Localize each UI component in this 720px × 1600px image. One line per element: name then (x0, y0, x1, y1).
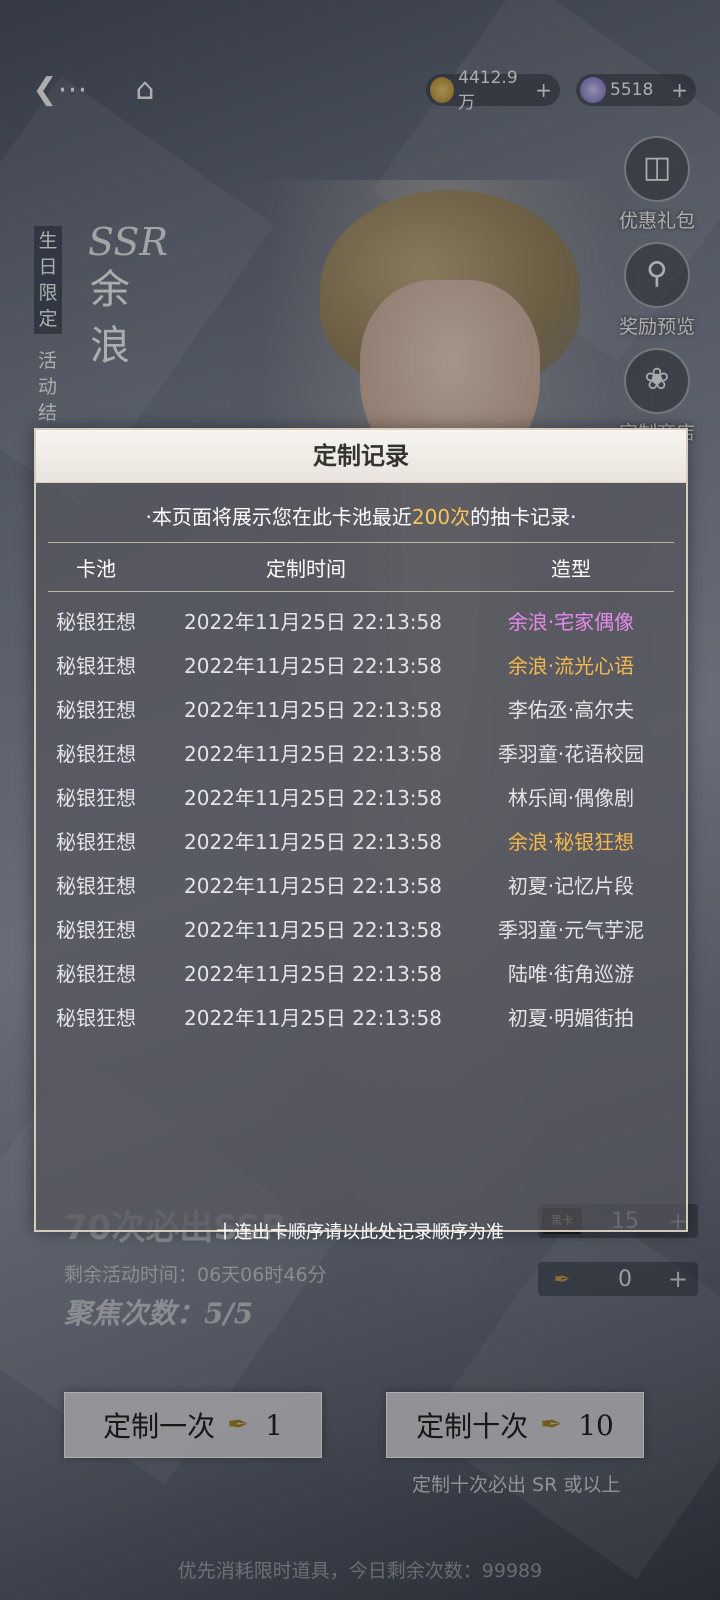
row-pool: 秘银狂想 (56, 829, 136, 854)
dialog-title: 定制记录 (36, 430, 686, 483)
column-header-pool: 卡池 (76, 556, 116, 581)
row-outfit: 林乐闻·偶像剧 (507, 785, 635, 810)
row-outfit: 余浪·流光心语 (507, 653, 635, 678)
row-outfit: 陆唯·街角巡游 (507, 961, 635, 986)
table-row: 秘银狂想 2022年11月25日 22:13:58 季羽童·元气芋泥 (36, 906, 686, 950)
draw-record-dialog: 定制记录 ·本页面将展示您在此卡池最近200次的抽卡记录· 卡池 定制时间 造型… (34, 428, 688, 1232)
notice-highlight: 200次 (411, 505, 471, 529)
row-time: 2022年11月25日 22:13:58 (184, 917, 442, 942)
header-divider-bottom (48, 591, 674, 592)
column-header-time: 定制时间 (266, 556, 346, 581)
row-time: 2022年11月25日 22:13:58 (184, 873, 442, 898)
record-list[interactable]: 秘银狂想 2022年11月25日 22:13:58 余浪·宅家偶像 秘银狂想 2022年… (36, 598, 686, 1038)
table-row: 秘银狂想 2022年11月25日 22:13:58 余浪·宅家偶像 (36, 598, 686, 642)
row-time: 2022年11月25日 22:13:58 (184, 697, 442, 722)
row-time: 2022年11月25日 22:13:58 (184, 653, 442, 678)
row-pool: 秘银狂想 (56, 961, 136, 986)
row-pool: 秘银狂想 (56, 873, 136, 898)
row-outfit: 余浪·秘银狂想 (507, 829, 635, 854)
table-row: 秘银狂想 2022年11月25日 22:13:58 余浪·流光心语 (36, 642, 686, 686)
row-outfit: 初夏·明媚街拍 (507, 1005, 635, 1030)
ten-draw-order-hint: 十连出卡顺序请以此处记录顺序为准 (216, 1222, 504, 1243)
table-row: 秘银狂想 2022年11月25日 22:13:58 初夏·明媚街拍 (36, 994, 686, 1038)
row-time: 2022年11月25日 22:13:58 (184, 609, 442, 634)
row-pool: 秘银狂想 (56, 1005, 136, 1030)
row-pool: 秘银狂想 (56, 917, 136, 942)
table-row: 秘银狂想 2022年11月25日 22:13:58 初夏·记忆片段 (36, 862, 686, 906)
row-outfit: 季羽童·花语校园 (497, 741, 645, 766)
table-header: 卡池 定制时间 造型 (36, 543, 686, 591)
row-pool: 秘银狂想 (56, 609, 136, 634)
row-pool: 秘银狂想 (56, 697, 136, 722)
row-pool: 秘银狂想 (56, 785, 136, 810)
table-row: 秘银狂想 2022年11月25日 22:13:58 李佑丞·高尔夫 (36, 686, 686, 730)
row-time: 2022年11月25日 22:13:58 (184, 785, 442, 810)
row-pool: 秘银狂想 (56, 653, 136, 678)
column-header-outfit: 造型 (551, 556, 591, 581)
row-time: 2022年11月25日 22:13:58 (184, 741, 442, 766)
row-time: 2022年11月25日 22:13:58 (184, 961, 442, 986)
row-outfit: 余浪·宅家偶像 (507, 609, 635, 634)
notice-prefix: ·本页面将展示您在此卡池最近 (145, 505, 412, 529)
row-pool: 秘银狂想 (56, 741, 136, 766)
table-row: 秘银狂想 2022年11月25日 22:13:58 季羽童·花语校园 (36, 730, 686, 774)
table-row: 秘银狂想 2022年11月25日 22:13:58 余浪·秘银狂想 (36, 818, 686, 862)
table-row: 秘银狂想 2022年11月25日 22:13:58 陆唯·街角巡游 (36, 950, 686, 994)
record-notice: ·本页面将展示您在此卡池最近200次的抽卡记录· (36, 501, 686, 530)
row-outfit: 李佑丞·高尔夫 (507, 697, 635, 722)
row-time: 2022年11月25日 22:13:58 (184, 829, 442, 854)
table-row: 秘银狂想 2022年11月25日 22:13:58 林乐闻·偶像剧 (36, 774, 686, 818)
notice-suffix: 的抽卡记录· (470, 505, 577, 529)
row-outfit: 季羽童·元气芋泥 (497, 917, 645, 942)
row-outfit: 初夏·记忆片段 (507, 873, 635, 898)
row-time: 2022年11月25日 22:13:58 (184, 1005, 442, 1030)
